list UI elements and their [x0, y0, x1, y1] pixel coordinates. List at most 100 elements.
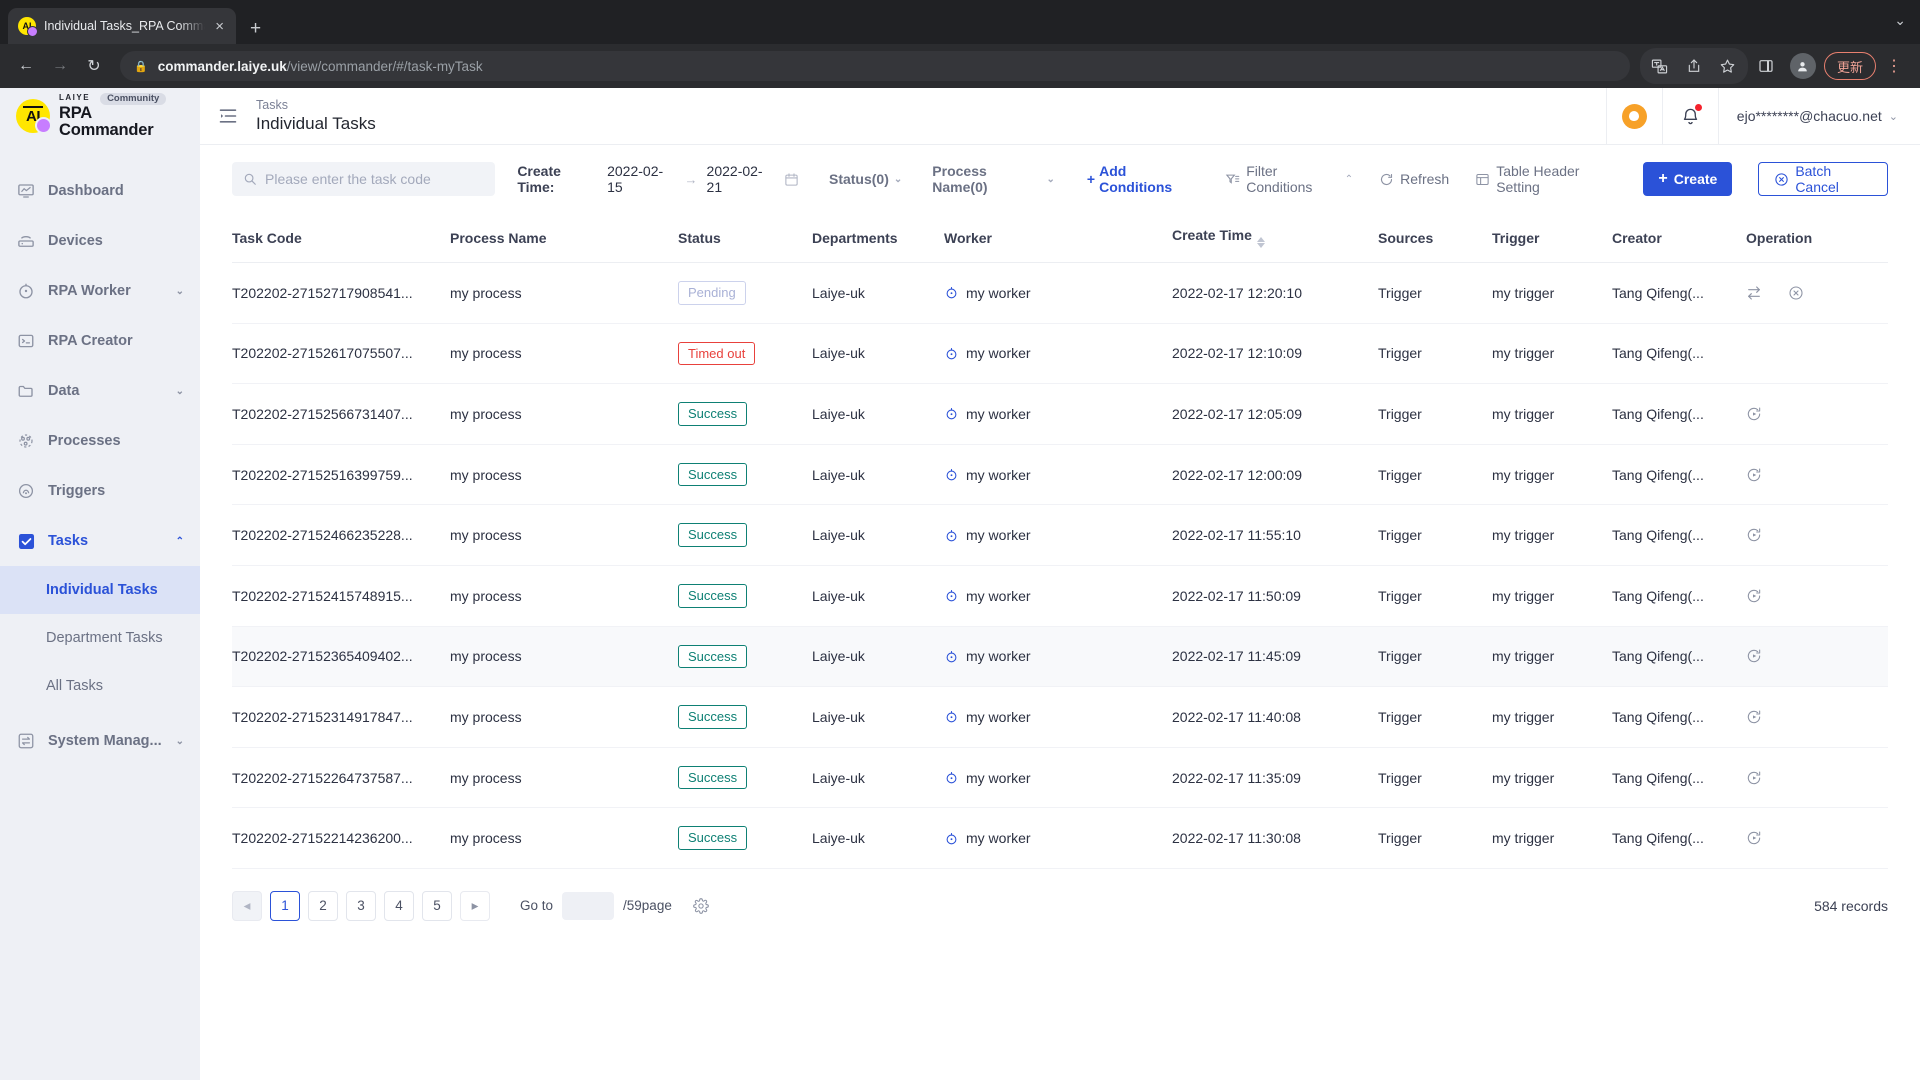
browser-tab[interactable]: AI Individual Tasks_RPA Commander ×: [8, 8, 236, 44]
close-icon[interactable]: ×: [213, 17, 226, 36]
sidebar-item-tasks[interactable]: Tasks ⌃: [0, 516, 200, 566]
table-row[interactable]: T202202-27152566731407...my processSucce…: [232, 384, 1888, 445]
sidebar-item-triggers[interactable]: Triggers: [0, 466, 200, 516]
bookmark-star-icon[interactable]: [1712, 50, 1744, 82]
add-conditions-button[interactable]: + Add Conditions: [1087, 163, 1199, 195]
next-page-button[interactable]: ▸: [460, 891, 490, 921]
rerun-icon[interactable]: [1746, 467, 1762, 483]
cell-creator: Tang Qifeng(...: [1612, 565, 1746, 626]
table-row[interactable]: T202202-27152415748915...my processSucce…: [232, 565, 1888, 626]
page-button-2[interactable]: 2: [308, 891, 338, 921]
cell-task-code[interactable]: T202202-27152717908541...: [232, 263, 450, 324]
rerun-icon[interactable]: [1746, 588, 1762, 604]
cell-task-code[interactable]: T202202-27152314917847...: [232, 687, 450, 748]
sidebar-item-rpa-creator[interactable]: RPA Creator: [0, 316, 200, 366]
translate-icon[interactable]: [1644, 50, 1676, 82]
cell-task-code[interactable]: T202202-27152365409402...: [232, 626, 450, 687]
brand-logo-block[interactable]: AI LAIYE Community RPA Commander: [0, 88, 200, 144]
sidebar-item-all-tasks[interactable]: All Tasks: [0, 662, 200, 710]
table-row[interactable]: T202202-27152214236200...my processSucce…: [232, 808, 1888, 869]
sidebar-item-data[interactable]: Data ⌄: [0, 366, 200, 416]
create-button[interactable]: + Create: [1643, 162, 1732, 196]
cell-task-code[interactable]: T202202-27152617075507...: [232, 323, 450, 384]
collapse-sidebar-icon[interactable]: [200, 106, 256, 126]
cell-trigger: my trigger: [1492, 808, 1612, 869]
side-panel-icon[interactable]: [1750, 50, 1782, 82]
refresh-button[interactable]: Refresh: [1379, 171, 1449, 187]
new-tab-icon[interactable]: +: [250, 19, 261, 38]
chevron-down-icon: ⌄: [176, 286, 184, 297]
rerun-icon[interactable]: [1746, 709, 1762, 725]
gear-icon[interactable]: [693, 898, 709, 914]
back-icon[interactable]: ←: [10, 50, 42, 82]
share-icon[interactable]: [1678, 50, 1710, 82]
sidebar-item-processes[interactable]: Processes: [0, 416, 200, 466]
process-name-filter[interactable]: Process Name(0) ⌄: [932, 163, 1055, 195]
col-create-time[interactable]: Create Time: [1172, 213, 1378, 263]
sidebar-item-dashboard[interactable]: Dashboard: [0, 166, 200, 216]
date-from-value[interactable]: 2022-02-15: [607, 163, 675, 195]
brand-logo-text: AI: [26, 108, 40, 125]
prev-page-button[interactable]: ◂: [232, 891, 262, 921]
page-button-5[interactable]: 5: [422, 891, 452, 921]
rerun-icon[interactable]: [1746, 527, 1762, 543]
rerun-icon[interactable]: [1746, 648, 1762, 664]
rerun-icon[interactable]: [1746, 406, 1762, 422]
date-to-value[interactable]: 2022-02-21: [707, 163, 775, 195]
chevron-down-icon[interactable]: ⌄: [1894, 12, 1906, 29]
address-bar[interactable]: 🔒 commander.laiye.uk/view/commander/#/ta…: [120, 51, 1630, 81]
batch-cancel-button[interactable]: Batch Cancel: [1758, 162, 1888, 196]
filter-conditions-button[interactable]: Filter Conditions ⌃: [1225, 163, 1353, 195]
cell-task-code[interactable]: T202202-27152415748915...: [232, 565, 450, 626]
table-row[interactable]: T202202-27152516399759...my processSucce…: [232, 444, 1888, 505]
profile-avatar[interactable]: [1790, 53, 1816, 79]
rerun-icon[interactable]: [1746, 830, 1762, 846]
page-button-4[interactable]: 4: [384, 891, 414, 921]
sidebar-item-rpa-worker[interactable]: RPA Worker ⌄: [0, 266, 200, 316]
cell-task-code[interactable]: T202202-27152566731407...: [232, 384, 450, 445]
table-row[interactable]: T202202-27152314917847...my processSucce…: [232, 687, 1888, 748]
breadcrumb-parent[interactable]: Tasks: [256, 98, 376, 114]
status-filter[interactable]: Status(0) ⌄: [829, 171, 902, 187]
create-time-filter[interactable]: Create Time: 2022-02-15 → 2022-02-21: [517, 163, 799, 195]
table-header-setting-button[interactable]: Table Header Setting: [1475, 163, 1617, 195]
cell-task-code[interactable]: T202202-27152466235228...: [232, 505, 450, 566]
sidebar-item-label: RPA Worker: [48, 283, 164, 299]
worker-name: my worker: [966, 830, 1031, 846]
table-row[interactable]: T202202-27152617075507...my processTimed…: [232, 323, 1888, 384]
user-email: ejo********@chacuo.net: [1737, 108, 1882, 124]
sidebar-item-devices[interactable]: Devices: [0, 216, 200, 266]
sort-icon[interactable]: [1257, 237, 1265, 248]
search-input[interactable]: [265, 171, 484, 187]
rerun-icon[interactable]: [1746, 770, 1762, 786]
status-badge: Success: [678, 402, 747, 426]
cancel-circle-icon[interactable]: [1788, 285, 1804, 301]
sidebar-item-label: Devices: [48, 233, 184, 249]
status-badge: Pending: [678, 281, 746, 305]
sidebar-item-individual-tasks[interactable]: Individual Tasks: [0, 566, 200, 614]
bell-icon[interactable]: [1662, 88, 1718, 145]
cell-task-code[interactable]: T202202-27152264737587...: [232, 747, 450, 808]
forward-icon[interactable]: →: [44, 50, 76, 82]
cell-process-name: my process: [450, 323, 678, 384]
user-menu[interactable]: ejo********@chacuo.net ⌄: [1718, 88, 1920, 145]
sidebar-item-department-tasks[interactable]: Department Tasks: [0, 614, 200, 662]
cell-task-code[interactable]: T202202-27152516399759...: [232, 444, 450, 505]
page-button-3[interactable]: 3: [346, 891, 376, 921]
cell-task-code[interactable]: T202202-27152214236200...: [232, 808, 450, 869]
table-row[interactable]: T202202-27152365409402...my processSucce…: [232, 626, 1888, 687]
col-operation: Operation: [1746, 213, 1888, 263]
transfer-icon[interactable]: [1746, 285, 1762, 301]
goto-page-input[interactable]: [562, 892, 614, 920]
update-button[interactable]: 更新: [1824, 52, 1876, 80]
lightbulb-icon[interactable]: [1606, 88, 1662, 145]
table-row[interactable]: T202202-27152466235228...my processSucce…: [232, 505, 1888, 566]
calendar-icon[interactable]: [784, 172, 799, 187]
sidebar-item-system-management[interactable]: System Manag... ⌄: [0, 716, 200, 766]
search-box[interactable]: [232, 162, 495, 196]
reload-icon[interactable]: ↻: [78, 50, 110, 82]
page-button-1[interactable]: 1: [270, 891, 300, 921]
table-row[interactable]: T202202-27152264737587...my processSucce…: [232, 747, 1888, 808]
browser-menu-icon[interactable]: ⋮: [1878, 50, 1910, 82]
table-row[interactable]: T202202-27152717908541...my processPendi…: [232, 263, 1888, 324]
